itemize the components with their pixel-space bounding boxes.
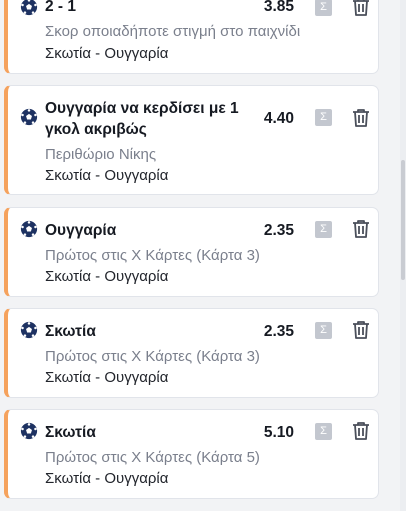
odds-value: 2.35: [263, 323, 294, 340]
football-icon: [20, 321, 38, 339]
event-name[interactable]: Σκωτία - Ουγγαρία: [45, 469, 168, 489]
market-name: Περιθώριο Νίκης: [45, 146, 157, 163]
sigma-icon[interactable]: Σ: [315, 322, 332, 339]
market-name: Πρώτος στις Χ Κάρτες (Κάρτα 3): [45, 348, 260, 365]
event-name[interactable]: Σκωτία - Ουγγαρία: [45, 267, 168, 287]
selection-name: 2 - 1: [45, 0, 77, 15]
trash-icon[interactable]: [352, 0, 370, 16]
trash-icon[interactable]: [352, 108, 370, 127]
selection-name: Ουγγαρία να κερδίσει με 1 γκολ ακριβώς: [45, 100, 239, 138]
football-icon: [20, 0, 38, 16]
bet-card: 2 - 1 3.85 Σ Σκορ οποιαδήποτε στιγμή στο…: [4, 0, 379, 74]
odds-value: 3.85: [263, 0, 294, 15]
event-name[interactable]: Σκωτία - Ουγγαρία: [45, 44, 168, 64]
market-name: Πρώτος στις Χ Κάρτες (Κάρτα 3): [45, 247, 260, 264]
selection-name: Σκωτία: [45, 424, 96, 441]
trash-icon[interactable]: [352, 320, 370, 339]
event-name[interactable]: Σκωτία - Ουγγαρία: [45, 368, 168, 388]
football-icon: [20, 108, 38, 126]
trash-icon[interactable]: [352, 421, 370, 440]
sigma-icon[interactable]: Σ: [315, 109, 332, 126]
bet-card: Σκωτία 5.10 Σ Πρώτος στις Χ Κάρτες (Κάρτ…: [4, 409, 379, 499]
selection-name: Ουγγαρία: [45, 222, 117, 239]
odds-value: 5.10: [263, 424, 294, 441]
bet-card: Ουγγαρία 2.35 Σ Πρώτος στις Χ Κάρτες (Κά…: [4, 207, 379, 297]
event-name[interactable]: Σκωτία - Ουγγαρία: [45, 166, 168, 186]
selection-name: Σκωτία: [45, 323, 96, 340]
odds-value: 4.40: [263, 110, 294, 127]
sigma-icon[interactable]: Σ: [315, 221, 332, 238]
bet-card: Σκωτία 2.35 Σ Πρώτος στις Χ Κάρτες (Κάρτ…: [4, 308, 379, 398]
sigma-icon[interactable]: Σ: [315, 0, 332, 16]
market-name: Σκορ οποιαδήποτε στιγμή στο παιχνίδι: [45, 23, 301, 40]
sigma-icon[interactable]: Σ: [315, 423, 332, 440]
trash-icon[interactable]: [352, 219, 370, 238]
scrollbar-thumb[interactable]: [401, 160, 405, 280]
football-icon: [20, 220, 38, 238]
football-icon: [20, 422, 38, 440]
bet-card: Ουγγαρία να κερδίσει με 1 γκολ ακριβώς 4…: [4, 85, 379, 195]
odds-value: 2.35: [263, 222, 294, 239]
market-name: Πρώτος στις Χ Κάρτες (Κάρτα 5): [45, 449, 260, 466]
